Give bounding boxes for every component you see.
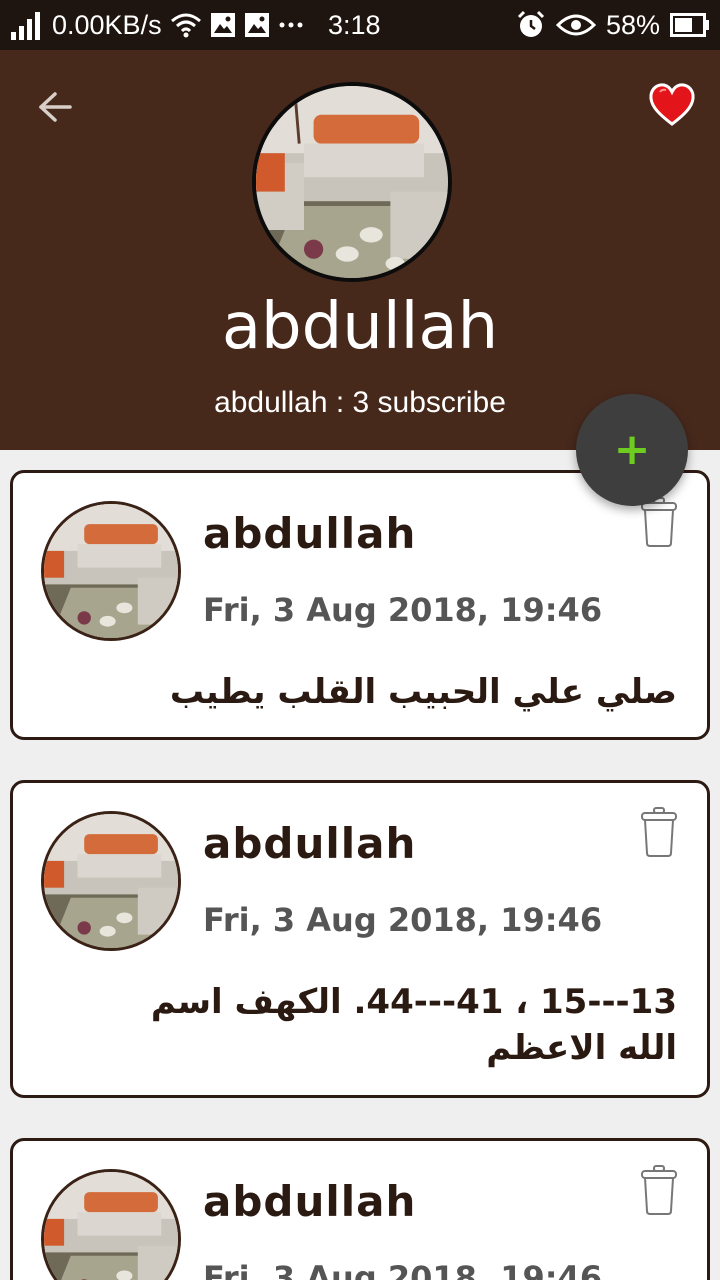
post-text: صلي علي الحبيب القلب يطيب [169, 672, 677, 712]
heart-icon [649, 83, 695, 126]
post-author: abdullah [203, 1177, 417, 1226]
post-text: 13---15 ، 41---44. الكهف اسم الله الاعظم [150, 982, 677, 1068]
image-icon [210, 12, 236, 38]
post-card[interactable]: abdullah Fri, 3 Aug 2018, 19:46 13---15 … [10, 780, 710, 1098]
trash-icon [641, 807, 677, 857]
image-icon [244, 12, 270, 38]
post-author: abdullah [203, 509, 417, 558]
wifi-icon [170, 11, 202, 39]
delete-button[interactable] [639, 805, 679, 859]
trash-icon [641, 1165, 677, 1215]
delete-button[interactable] [639, 1163, 679, 1217]
status-time: 3:18 [328, 10, 381, 40]
add-post-button[interactable]: + [576, 394, 688, 506]
profile-name: abdullah [221, 290, 499, 364]
post-date: Fri, 3 Aug 2018, 19:46 [203, 591, 603, 629]
post-author: abdullah [203, 819, 417, 868]
post-date: Fri, 3 Aug 2018, 19:46 [203, 1259, 603, 1280]
eye-icon [555, 13, 596, 37]
post-avatar[interactable] [41, 811, 181, 951]
signal-icon [10, 10, 44, 40]
more-dots-icon [278, 21, 304, 29]
post-avatar[interactable] [41, 1169, 181, 1280]
network-speed: 0.00KB/s [52, 9, 162, 40]
profile-header: abdullah abdullah : 3 subscribe [0, 50, 720, 450]
post-card[interactable]: abdullah Fri, 3 Aug 2018, 19:46 [10, 1138, 710, 1280]
back-button[interactable] [30, 85, 80, 129]
plus-icon: + [613, 424, 651, 475]
post-card[interactable]: abdullah Fri, 3 Aug 2018, 19:46 صلي علي … [10, 470, 710, 740]
alarm-icon [516, 10, 546, 40]
profile-avatar[interactable] [252, 82, 452, 282]
battery-icon [670, 13, 710, 37]
post-avatar[interactable] [41, 501, 181, 641]
favorite-button[interactable] [648, 82, 696, 128]
post-date: Fri, 3 Aug 2018, 19:46 [203, 901, 603, 939]
battery-percent: 58% [605, 9, 660, 40]
back-arrow-icon [39, 92, 72, 122]
status-bar: 0.00KB/s 3:18 58% [0, 0, 720, 50]
